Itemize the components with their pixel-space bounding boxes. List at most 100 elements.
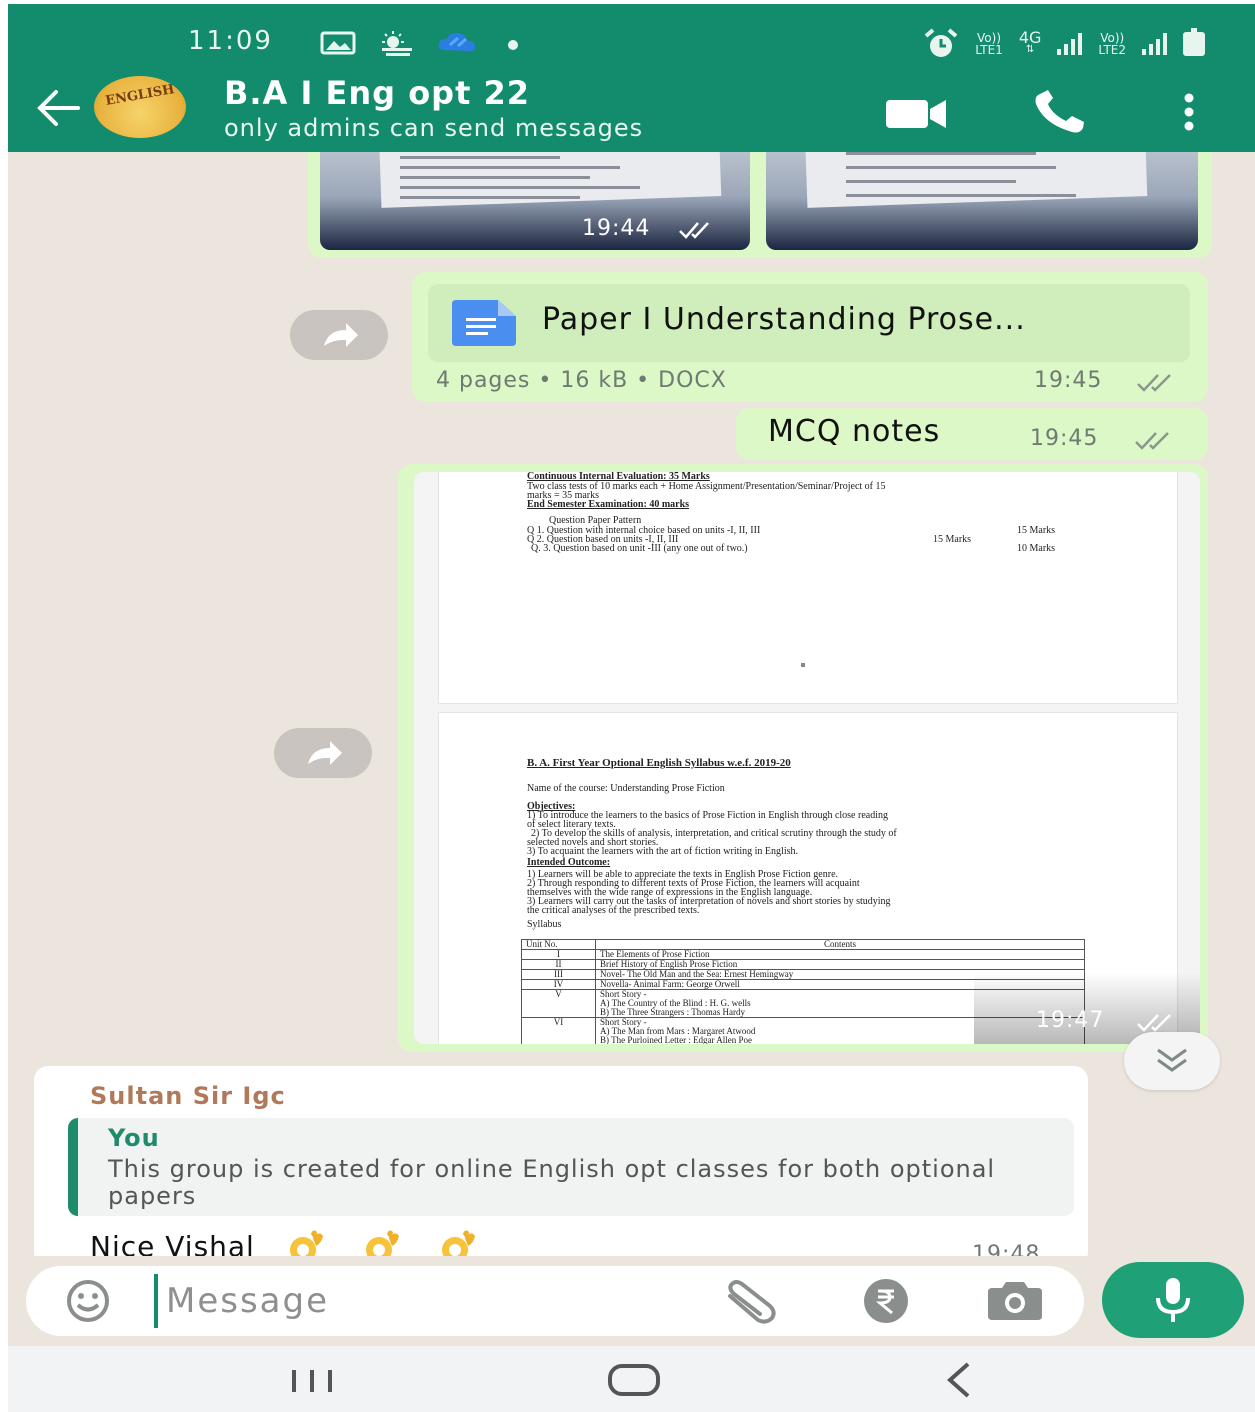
scan-page-1: Continuous Internal Evaluation: 35 Marks… bbox=[438, 472, 1178, 704]
read-receipt-icon bbox=[679, 222, 709, 239]
ok-hand-emoji-icon bbox=[289, 1230, 323, 1256]
photo-album-bubble[interactable]: 19:44 bbox=[308, 152, 1212, 258]
message-input-bar bbox=[26, 1266, 1084, 1336]
avatar-text: ENGLISH bbox=[104, 82, 176, 109]
scan-time: 19:47 bbox=[1036, 1008, 1105, 1033]
whatsapp-screen: 11:09 Vo)) LTE1 4G ⇅ Vo)) LTE2 ENGLISH B… bbox=[8, 4, 1255, 1412]
message-input[interactable] bbox=[154, 1274, 674, 1328]
sim1-label: Vo)) LTE1 bbox=[975, 32, 1003, 56]
arrow-left-icon[interactable] bbox=[34, 88, 80, 128]
reply-text-label: Nice Vishal bbox=[90, 1230, 255, 1256]
scan-marks: 15 Marks bbox=[933, 534, 972, 545]
notification-dot-icon bbox=[508, 40, 518, 50]
scan-syllabus-label: Syllabus bbox=[527, 919, 562, 930]
table-cell bbox=[521, 1027, 596, 1036]
battery-icon bbox=[1183, 28, 1205, 56]
rupee-icon[interactable] bbox=[854, 1276, 918, 1326]
paperclip-icon[interactable] bbox=[718, 1278, 784, 1324]
table-cell: Brief History of English Prose Fiction bbox=[595, 959, 1085, 970]
table-row: I The Elements of Prose Fiction bbox=[521, 949, 1085, 960]
scanned-document-bubble[interactable]: Continuous Internal Evaluation: 35 Marks… bbox=[398, 464, 1208, 1052]
chevron-double-down-icon bbox=[1157, 1048, 1187, 1072]
incoming-reply-bubble[interactable]: Sultan Sir Igc You This group is created… bbox=[34, 1066, 1088, 1256]
table-cell: The Elements of Prose Fiction bbox=[595, 949, 1085, 960]
sim1-lte: LTE1 bbox=[975, 43, 1003, 57]
document-icon bbox=[452, 300, 516, 346]
cloud-sync-icon bbox=[438, 32, 476, 52]
forward-button[interactable] bbox=[290, 310, 388, 360]
table-cell: VI bbox=[521, 1017, 596, 1027]
ok-hand-emoji-icon bbox=[441, 1230, 475, 1256]
sim2-label: Vo)) LTE2 bbox=[1098, 32, 1126, 56]
read-receipt-icon bbox=[1137, 374, 1171, 392]
photo-album-time: 19:44 bbox=[582, 216, 651, 241]
system-navigation-bar bbox=[8, 1346, 1255, 1412]
scan-line: End Semester Examination: 40 marks bbox=[527, 499, 690, 510]
home-icon[interactable] bbox=[602, 1360, 668, 1400]
alarm-icon bbox=[924, 28, 958, 57]
video-camera-icon[interactable] bbox=[884, 94, 948, 134]
sender-name[interactable]: Sultan Sir Igc bbox=[90, 1082, 286, 1110]
weather-icon bbox=[382, 31, 412, 56]
group-subtitle: only admins can send messages bbox=[224, 114, 644, 142]
phone-icon[interactable] bbox=[1032, 90, 1088, 136]
group-avatar[interactable]: ENGLISH bbox=[94, 76, 186, 138]
chat-area[interactable]: 19:44 Paper I Understanding Prose... 4 p… bbox=[8, 152, 1255, 1256]
table-cell: II bbox=[521, 959, 596, 970]
network-type: 4G ⇅ bbox=[1018, 28, 1042, 56]
table-cell: III bbox=[521, 969, 596, 980]
forward-icon bbox=[308, 741, 342, 765]
network-type-label: 4G bbox=[1018, 28, 1042, 47]
scan-title: B. A. First Year Optional English Syllab… bbox=[527, 757, 791, 769]
more-vertical-icon[interactable] bbox=[1178, 92, 1200, 132]
table-header-cell: Unit No. bbox=[521, 939, 596, 950]
scanned-document-image[interactable]: Continuous Internal Evaluation: 35 Marks… bbox=[414, 472, 1200, 1044]
table-row: II Brief History of English Prose Fiction bbox=[521, 959, 1085, 970]
quoted-author: You bbox=[108, 1124, 160, 1152]
quoted-message[interactable]: You This group is created for online Eng… bbox=[68, 1118, 1074, 1216]
table-cell bbox=[521, 1036, 596, 1044]
forward-icon bbox=[324, 323, 358, 347]
status-time: 11:09 bbox=[188, 26, 273, 56]
sim2-lte: LTE2 bbox=[1098, 43, 1126, 57]
emoji-icon[interactable] bbox=[56, 1278, 120, 1324]
ok-hand-emoji-icon bbox=[365, 1230, 399, 1256]
back-nav-icon[interactable] bbox=[934, 1360, 984, 1400]
scan-line: Q. 3. Question based on unit -III (any o… bbox=[531, 543, 748, 554]
scan-line: 3) To acquaint the learners with the art… bbox=[527, 846, 798, 857]
reply-time: 19:48 bbox=[972, 1242, 1041, 1256]
table-header-cell: Contents bbox=[595, 939, 1085, 950]
mcq-notes-time: 19:45 bbox=[1030, 426, 1099, 451]
document-card[interactable]: Paper I Understanding Prose... bbox=[428, 284, 1190, 362]
voice-message-button[interactable] bbox=[1102, 1262, 1244, 1338]
table-cell: V bbox=[521, 989, 596, 999]
mcq-notes-text: MCQ notes bbox=[768, 414, 941, 449]
recent-apps-icon[interactable] bbox=[282, 1364, 342, 1398]
group-name[interactable]: B.A I Eng opt 22 bbox=[224, 74, 530, 112]
scan-line: the critical analyses of the prescribed … bbox=[527, 905, 700, 916]
mcq-notes-bubble[interactable]: MCQ notes 19:45 bbox=[736, 408, 1208, 460]
scan-marks: 15 Marks bbox=[1017, 525, 1056, 536]
table-header-row: Unit No. Contents bbox=[521, 939, 1085, 950]
reply-text: Nice Vishal bbox=[90, 1228, 483, 1256]
chat-header: 11:09 Vo)) LTE1 4G ⇅ Vo)) LTE2 ENGLISH B… bbox=[8, 4, 1255, 152]
read-receipt-icon bbox=[1137, 1014, 1171, 1032]
document-name: Paper I Understanding Prose... bbox=[542, 302, 1026, 337]
photo-thumbnail-1[interactable]: 19:44 bbox=[320, 152, 750, 250]
signal-1-icon bbox=[1057, 33, 1083, 55]
photo-thumbnail-2[interactable] bbox=[766, 152, 1198, 250]
read-receipt-icon bbox=[1135, 432, 1169, 450]
gallery-icon bbox=[320, 31, 356, 55]
microphone-icon bbox=[1156, 1278, 1190, 1322]
document-bubble[interactable]: Paper I Understanding Prose... 4 pages •… bbox=[412, 272, 1208, 402]
status-bar: 11:09 Vo)) LTE1 4G ⇅ Vo)) LTE2 bbox=[8, 26, 1255, 66]
scan-marks: 10 Marks bbox=[1017, 543, 1056, 554]
forward-button[interactable] bbox=[274, 728, 372, 778]
table-cell: IV bbox=[521, 979, 596, 990]
camera-icon[interactable] bbox=[982, 1278, 1048, 1324]
quoted-text: This group is created for online English… bbox=[108, 1155, 996, 1210]
table-cell: I bbox=[521, 949, 596, 960]
scroll-to-bottom-button[interactable] bbox=[1124, 1032, 1220, 1090]
table-cell bbox=[521, 999, 596, 1008]
scan-course-line: Name of the course: Understanding Prose … bbox=[527, 783, 725, 794]
